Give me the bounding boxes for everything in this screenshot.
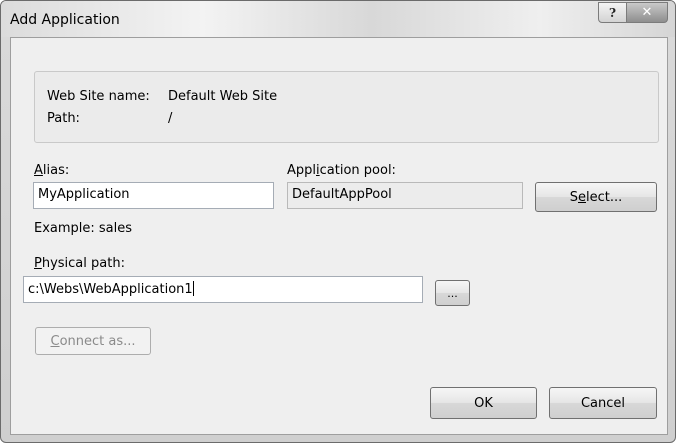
alias-input[interactable]: MyApplication xyxy=(33,182,274,209)
title-bar[interactable]: Add Application ? ✕ xyxy=(1,1,675,37)
physical-path-label-accelerator: P xyxy=(34,256,42,271)
connect-as-accelerator: C xyxy=(50,333,60,349)
physical-path-label-text: hysical path: xyxy=(41,256,125,271)
alias-label-accelerator: A xyxy=(34,163,43,178)
cancel-button[interactable]: Cancel xyxy=(549,387,657,419)
ok-button[interactable]: OK xyxy=(430,387,537,419)
alias-input-value: MyApplication xyxy=(38,187,130,202)
app-pool-value: DefaultAppPool xyxy=(292,187,392,202)
select-button-accelerator: e xyxy=(578,189,586,205)
alias-example: Example: sales xyxy=(34,221,133,236)
app-pool-label-post: cation pool: xyxy=(319,163,396,178)
site-name-label: Web Site name: xyxy=(47,89,150,104)
site-info-box: Web Site name: Default Web Site Path: / xyxy=(34,71,659,143)
alias-label-text: lias: xyxy=(42,163,70,178)
select-button-pre: S xyxy=(569,189,578,205)
select-button-post: lect... xyxy=(586,189,623,205)
help-icon[interactable]: ? xyxy=(598,2,627,23)
app-pool-field: DefaultAppPool xyxy=(287,182,523,209)
physical-path-value: c:\Webs\WebApplication1 xyxy=(28,282,193,297)
title-bar-buttons: ? ✕ xyxy=(598,2,668,23)
select-app-pool-button[interactable]: Se lect... xyxy=(535,182,657,212)
add-application-dialog: Add Application ? ✕ Web Site name: Defau… xyxy=(0,0,676,443)
physical-path-input[interactable]: c:\Webs\WebApplication1 xyxy=(23,276,423,303)
path-label: Path: xyxy=(47,111,80,126)
app-pool-label-pre: Appl xyxy=(287,163,317,178)
text-caret xyxy=(192,281,194,296)
alias-label: Alias: xyxy=(34,163,69,178)
path-value: / xyxy=(168,111,173,126)
window-title: Add Application xyxy=(10,12,120,28)
physical-path-label: Physical path: xyxy=(34,256,125,271)
site-name-value: Default Web Site xyxy=(168,89,278,104)
browse-path-button[interactable]: ... xyxy=(435,280,470,306)
connect-as-button[interactable]: Connect as... xyxy=(35,327,151,355)
connect-as-text: onnect as... xyxy=(59,333,136,349)
app-pool-label: Application pool: xyxy=(287,163,396,178)
close-icon[interactable]: ✕ xyxy=(627,2,668,23)
dialog-client-area: Web Site name: Default Web Site Path: / … xyxy=(10,37,668,435)
